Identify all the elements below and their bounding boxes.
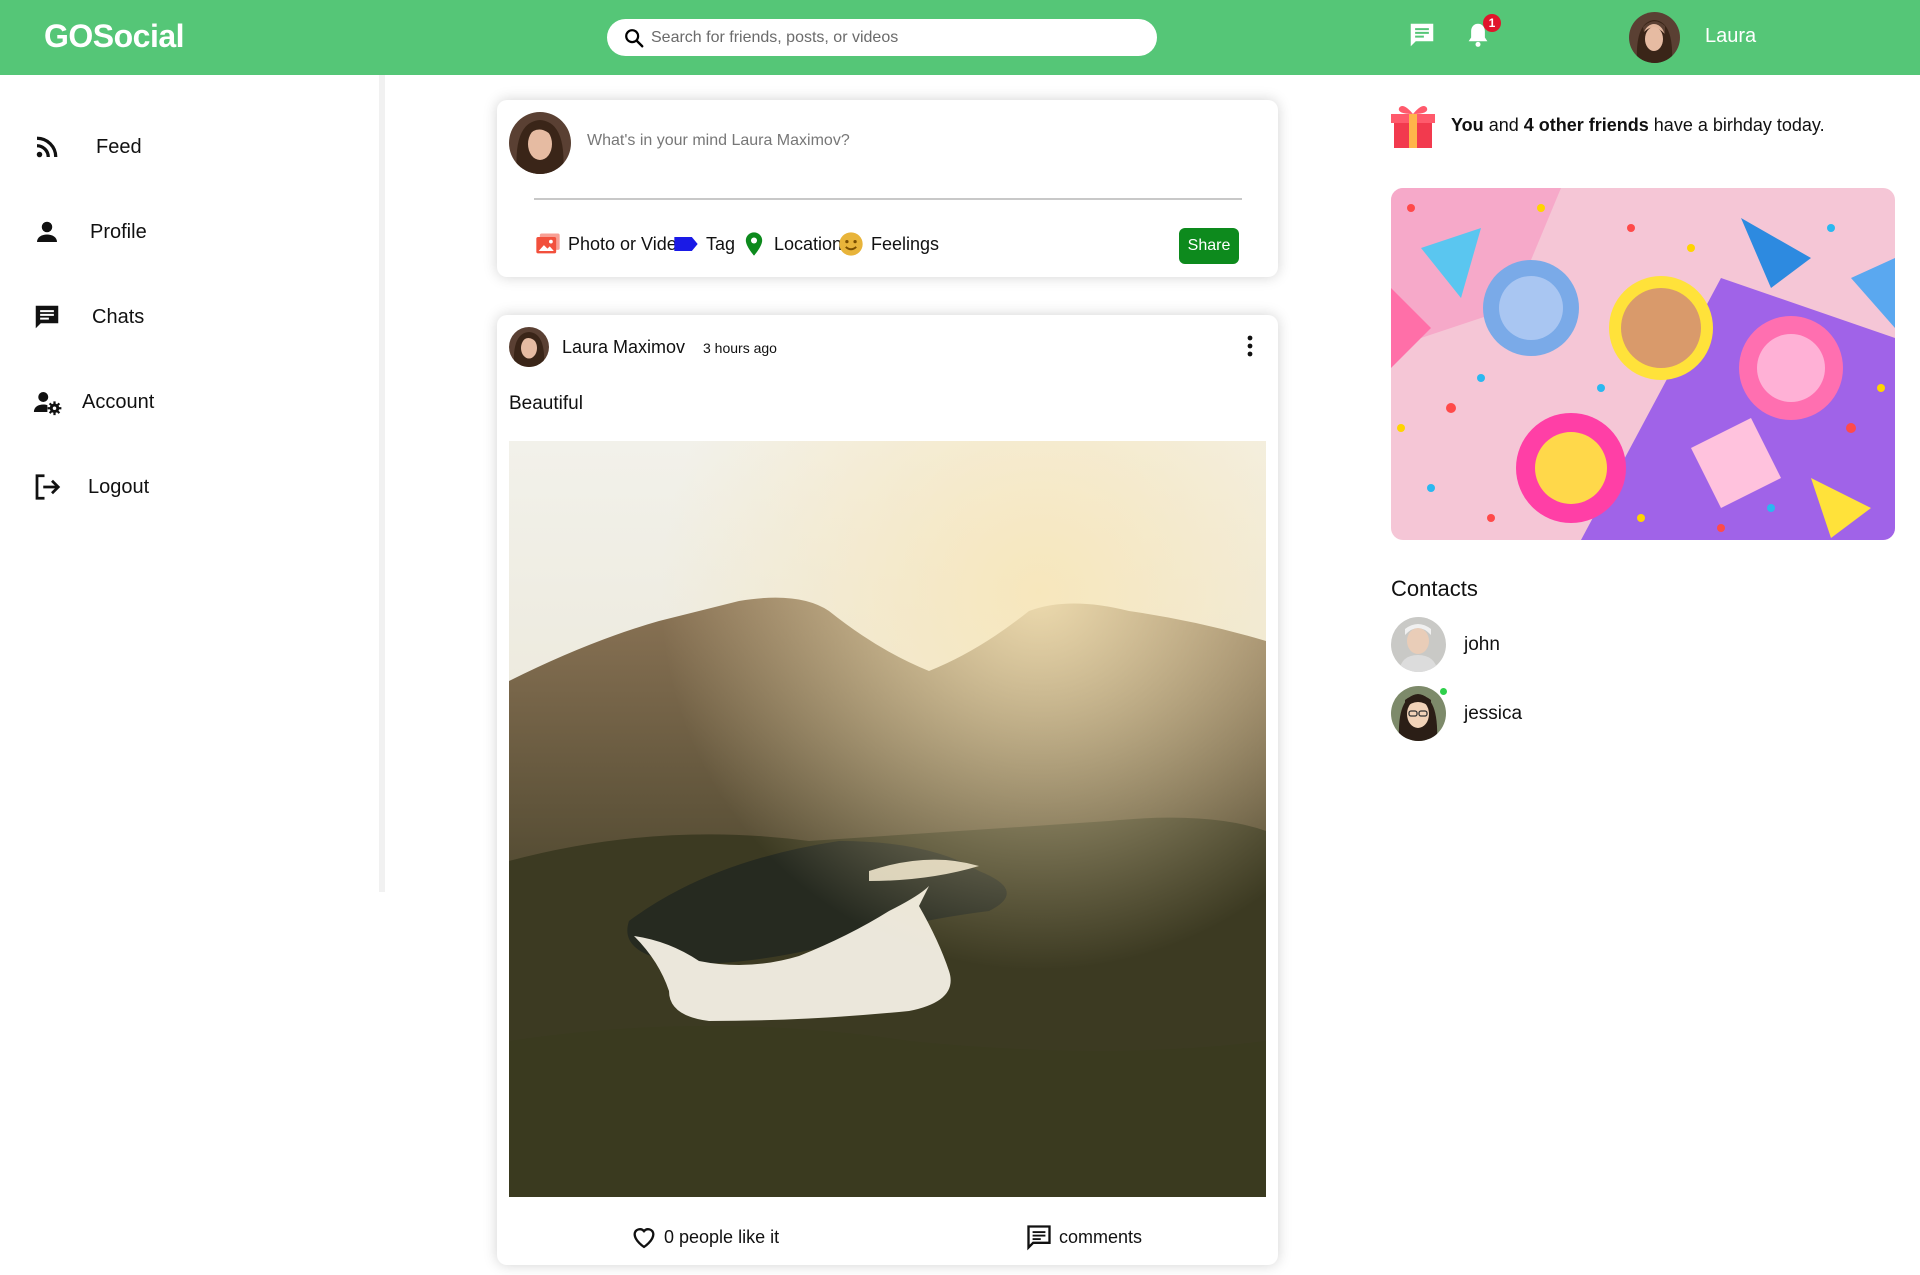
sidebar-item-label: Feed xyxy=(96,135,142,158)
heart-icon xyxy=(633,1228,655,1249)
sidebar-item-label: Chats xyxy=(92,305,145,328)
contact-item[interactable]: john xyxy=(1391,617,1500,672)
post-author[interactable]: Laura Maximov xyxy=(562,337,685,358)
post-author-avatar[interactable] xyxy=(509,327,549,367)
feelings-option[interactable]: Feelings xyxy=(837,230,939,258)
search-bar[interactable] xyxy=(607,19,1157,56)
person-icon xyxy=(37,221,57,242)
option-label: Tag xyxy=(706,233,736,254)
photo-icon xyxy=(536,233,560,254)
post-card: Laura Maximov 3 hours ago Beautiful 0 pe… xyxy=(497,315,1278,1265)
option-label: Feelings xyxy=(871,233,940,254)
composer-input[interactable] xyxy=(587,132,1187,150)
likes-count: 0 people like it xyxy=(664,1226,780,1247)
contact-item[interactable]: jessica xyxy=(1391,686,1522,741)
emoji-icon xyxy=(839,232,863,256)
contact-name: jessica xyxy=(1464,702,1523,724)
tag-icon xyxy=(674,237,698,251)
search-icon xyxy=(625,28,644,47)
post-composer: Photo or Video Tag Location Feelings Sha… xyxy=(497,100,1278,277)
composer-divider xyxy=(534,198,1242,200)
birthday-notice: You and 4 other friends have a birhday t… xyxy=(1391,100,1825,150)
post-text: Beautiful xyxy=(509,393,583,414)
user-avatar[interactable] xyxy=(1629,12,1680,63)
sidebar-item-feed[interactable]: Feed xyxy=(32,127,142,167)
composer-avatar xyxy=(509,112,571,174)
share-button[interactable]: Share xyxy=(1179,228,1239,264)
comment-icon xyxy=(1027,1225,1051,1251)
post-image[interactable] xyxy=(509,441,1266,1197)
birthday-image xyxy=(1391,188,1895,540)
option-label: Location xyxy=(774,233,843,254)
tag-option[interactable]: Tag xyxy=(672,230,735,258)
logout-icon xyxy=(35,474,61,500)
contact-name: john xyxy=(1464,633,1500,655)
chat-button[interactable] xyxy=(1407,20,1439,52)
top-username[interactable]: Laura xyxy=(1705,25,1756,48)
notifications-button[interactable]: 1 xyxy=(1463,14,1501,52)
sidebar-item-label: Logout xyxy=(88,475,150,498)
birthday-text: You and 4 other friends have a birhday t… xyxy=(1451,114,1825,135)
option-label: Photo or Video xyxy=(568,233,687,254)
sidebar-item-account[interactable]: Account xyxy=(32,382,154,422)
user-settings-icon xyxy=(33,392,62,416)
sidebar-item-logout[interactable]: Logout xyxy=(32,467,149,507)
like-button[interactable]: 0 people like it xyxy=(630,1223,779,1251)
sidebar-item-profile[interactable]: Profile xyxy=(32,212,147,252)
search-input[interactable] xyxy=(651,28,1131,47)
contact-avatar xyxy=(1391,686,1449,741)
online-indicator xyxy=(1438,686,1449,697)
notification-badge: 1 xyxy=(1483,14,1501,32)
top-bar: GOSocial 1 Laura xyxy=(0,0,1920,75)
sidebar-item-label: Account xyxy=(82,390,155,413)
location-option[interactable]: Location xyxy=(740,230,842,258)
post-options-button[interactable] xyxy=(1241,333,1259,359)
rss-icon xyxy=(36,136,58,158)
chat-icon xyxy=(1410,23,1434,47)
more-vert-icon xyxy=(1247,335,1253,357)
chat-icon xyxy=(35,305,59,329)
photo-video-option[interactable]: Photo or Video xyxy=(534,230,687,258)
comments-label: comments xyxy=(1059,1226,1143,1247)
sidebar: Feed Profile Chats Account Logout xyxy=(0,75,385,892)
location-icon xyxy=(745,232,763,256)
post-time: 3 hours ago xyxy=(703,340,777,356)
contact-avatar xyxy=(1391,617,1446,672)
gift-icon xyxy=(1391,106,1435,148)
contacts-title: Contacts xyxy=(1391,576,1478,601)
sidebar-item-chats[interactable]: Chats xyxy=(32,297,144,337)
comments-button[interactable]: comments xyxy=(1025,1223,1142,1251)
app-logo[interactable]: GOSocial xyxy=(44,18,185,55)
sidebar-item-label: Profile xyxy=(90,220,147,243)
